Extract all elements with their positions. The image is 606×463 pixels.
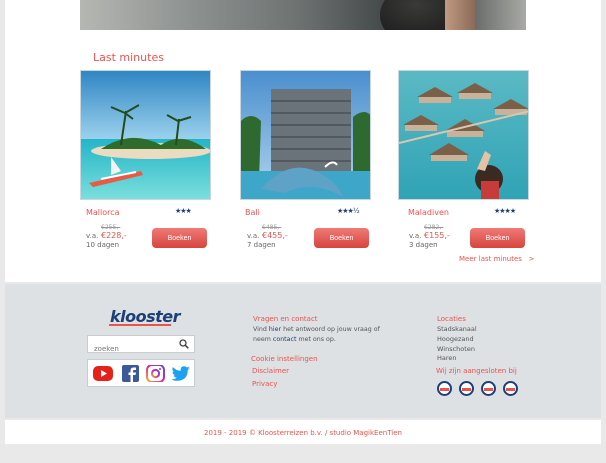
search-icon[interactable] — [179, 339, 189, 349]
offer-image-maladiven[interactable] — [398, 70, 529, 200]
offer-from-label: v.a. — [247, 232, 260, 240]
offer-stars-bali: ★★★½ — [337, 207, 360, 215]
offer-new-price: €455,- — [262, 231, 288, 240]
cookie-settings-link[interactable]: Cookie instellingen — [251, 355, 318, 363]
contact-text: Vind hier het antwoord op jouw vraag of … — [253, 326, 380, 343]
offer-from-label: v.a. — [86, 232, 99, 240]
book-button-bali[interactable]: Boeken — [314, 228, 369, 248]
offer-stars-mallorca: ★★★ — [175, 207, 192, 215]
sgr-badge-icon — [459, 381, 474, 396]
offer-old-price: €255,- — [101, 224, 121, 231]
offer-destination-mallorca[interactable]: Mallorca — [86, 208, 120, 217]
hero-banner — [80, 0, 526, 30]
bottom-bar: 2019 - 2019 © Kloosterreizen b.v. / stud… — [5, 420, 601, 444]
twitter-icon[interactable] — [171, 365, 191, 382]
location-item[interactable]: Stadskanaal — [437, 325, 477, 333]
offer-destination-maladiven[interactable]: Maladiven — [408, 208, 449, 217]
offer-old-price: €485,- — [262, 224, 282, 231]
offer-new-price: €228,- — [101, 231, 127, 240]
offer-new-price: €155,- — [424, 231, 450, 240]
offer-old-price: €282,- — [424, 224, 444, 231]
offer-duration: 3 dagen — [409, 241, 438, 249]
help-link[interactable]: hier — [269, 326, 281, 333]
disclaimer-link[interactable]: Disclaimer — [252, 367, 289, 375]
section-title: Last minutes — [93, 51, 164, 64]
sgr-badge-icon — [437, 381, 452, 396]
logo-underline — [109, 324, 171, 326]
instagram-icon[interactable] — [145, 365, 165, 382]
privacy-link[interactable]: Privacy — [252, 380, 277, 388]
contact-heading[interactable]: Vragen en contact — [253, 315, 318, 323]
book-button-maladiven[interactable]: Boeken — [470, 228, 525, 248]
offer-duration: 10 dagen — [86, 241, 120, 249]
location-item[interactable]: Haren — [437, 354, 457, 362]
more-last-minutes-link[interactable]: Meer last minutes > — [459, 255, 534, 263]
search-input[interactable] — [88, 341, 172, 357]
offer-destination-bali[interactable]: Bali — [245, 208, 260, 217]
offer-image-mallorca[interactable] — [80, 70, 211, 200]
affiliated-heading: Wij zijn aangesloten bij — [436, 367, 517, 375]
social-links — [87, 359, 195, 387]
footer-search — [87, 335, 195, 357]
book-button-mallorca[interactable]: Boeken — [152, 228, 207, 248]
offer-from-label: v.a. — [409, 232, 422, 240]
facebook-icon[interactable] — [120, 365, 140, 382]
contact-link[interactable]: contact — [273, 336, 297, 343]
copyright: 2019 - 2019 © Kloosterreizen b.v. / stud… — [204, 429, 402, 437]
offer-stars-maladiven: ★★★★ — [494, 207, 516, 215]
location-item[interactable]: Winschoten — [437, 345, 475, 353]
offer-image-bali[interactable] — [240, 70, 371, 200]
offer-duration: 7 dagen — [247, 241, 276, 249]
sgr-badge-icon — [481, 381, 496, 396]
youtube-icon[interactable] — [93, 365, 113, 382]
locations-heading[interactable]: Locaties — [437, 315, 466, 323]
location-item[interactable]: Hoogezand — [437, 335, 474, 343]
sgr-badge-icon — [503, 381, 518, 396]
